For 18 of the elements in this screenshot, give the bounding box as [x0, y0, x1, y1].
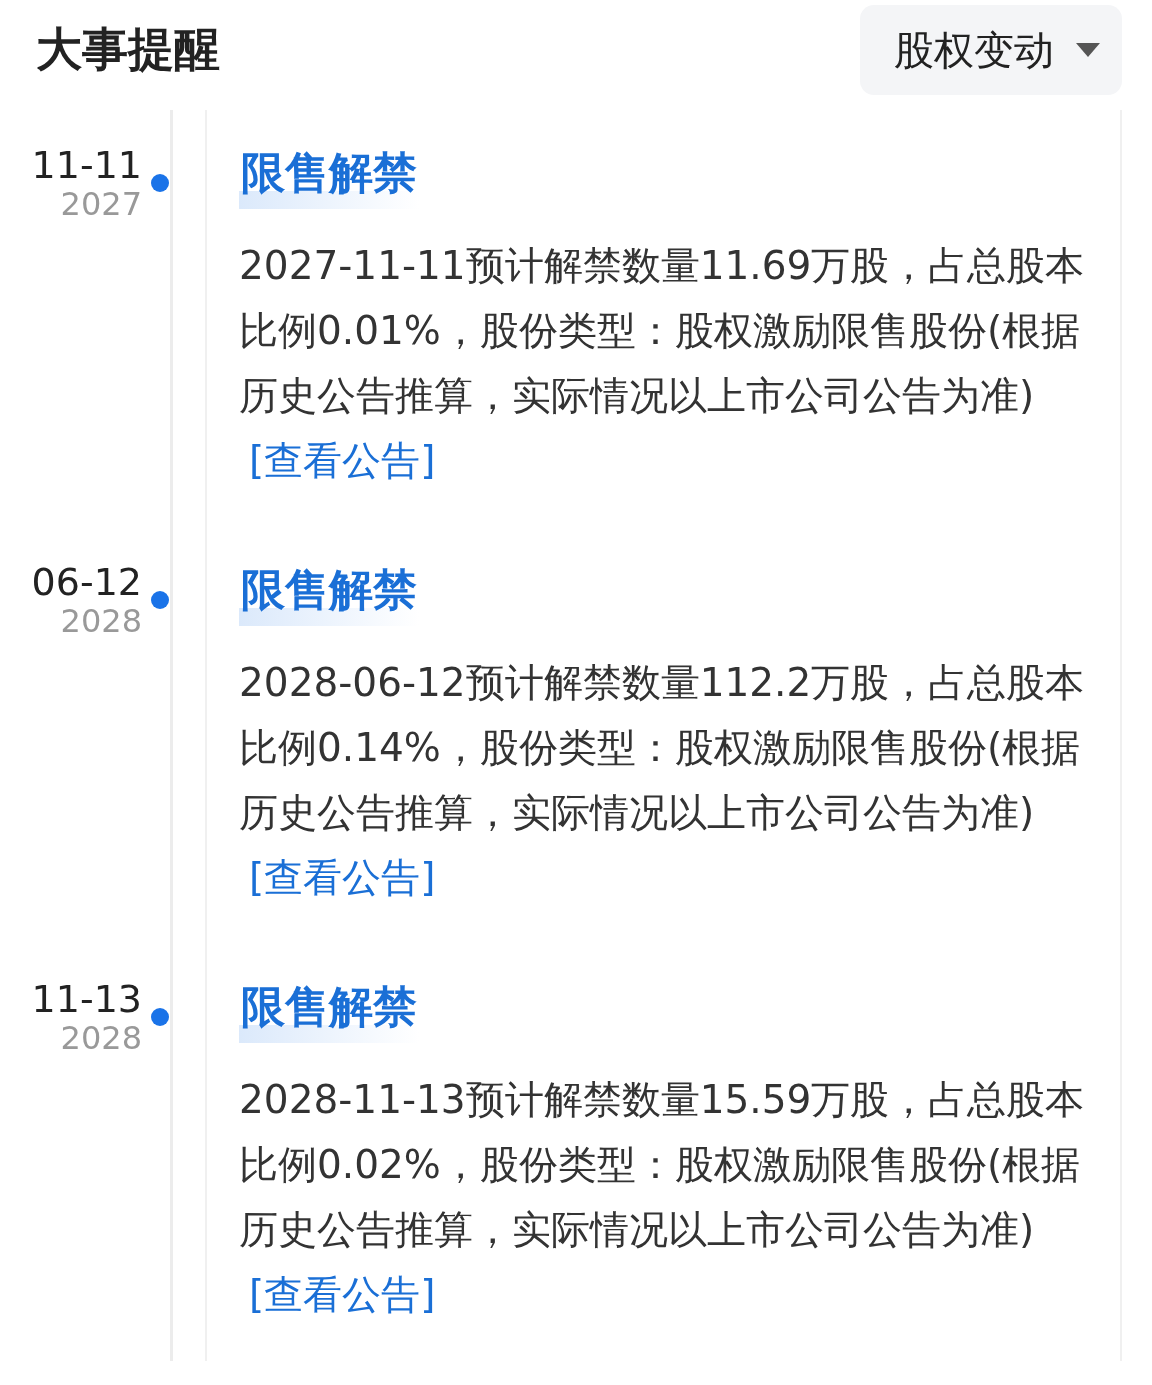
timeline-dot: [150, 1008, 169, 1026]
event-year: 2028: [60, 1020, 142, 1056]
event-date: 11-11: [31, 144, 142, 186]
timeline-dot: [150, 174, 169, 192]
event-year: 2027: [60, 186, 142, 222]
event-description: 2028-06-12预计解禁数量112.2万股，占总股本比例0.14%，股份类型：股权激励限售股份(根据历史公告推算，实际情况以上市公司公告为准) [查看公告]: [239, 659, 1086, 902]
announcement-link[interactable]: [查看公告]: [249, 855, 436, 900]
caret-icon: [1076, 43, 1100, 57]
filter-dropdown[interactable]: 股权变动: [860, 5, 1122, 95]
event-date: 11-13: [31, 978, 142, 1020]
announcement-link[interactable]: [查看公告]: [249, 1272, 436, 1317]
timeline-dot: [150, 591, 169, 609]
event-description: 2028-11-13预计解禁数量15.59万股，占总股本比例0.02%，股份类型：股权激励限售股份(根据历史公告推算，实际情况以上市公司公告为准) [查看公告]: [239, 1076, 1086, 1319]
announcement-link[interactable]: [查看公告]: [249, 438, 436, 483]
event-date: 06-12: [31, 561, 142, 603]
event-year: 2028: [60, 603, 142, 639]
section-title: 大事提醒: [36, 21, 220, 78]
event-description: 2027-11-11预计解禁数量11.69万股，占总股本比例0.01%，股份类型：股权激励限售股份(根据历史公告推算，实际情况以上市公司公告为准) [查看公告]: [239, 242, 1086, 485]
